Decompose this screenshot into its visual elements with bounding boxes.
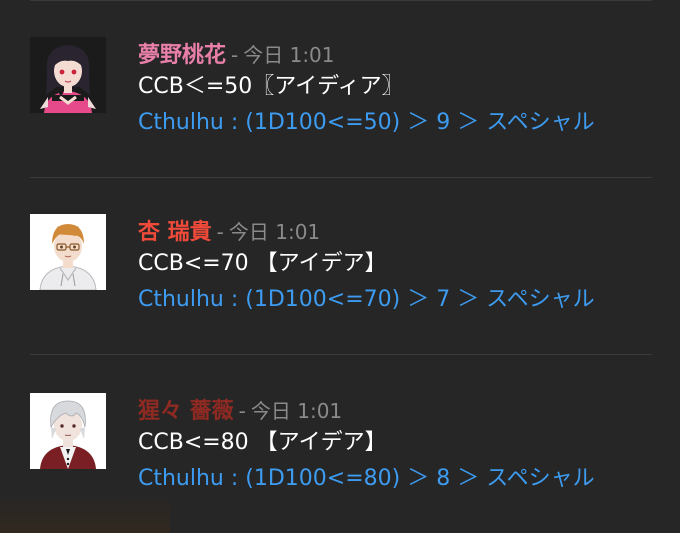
timestamp: 今日 1:01	[228, 220, 321, 244]
dice-command: CCB＜=50〖アイディア〗	[138, 74, 404, 99]
chat-message: 杏 瑞貴 - 今日 1:01 CCB<=70 【アイデア】 Cthulhu : …	[30, 214, 660, 364]
timestamp: 今日 1:01	[243, 43, 335, 67]
message-header: 杏 瑞貴 - 今日 1:01	[138, 214, 660, 245]
author-name[interactable]: 杏 瑞貴	[138, 214, 212, 246]
timestamp: 今日 1:01	[250, 399, 343, 423]
message-body: 夢野桃花 - 今日 1:01 CCB＜=50〖アイディア〗 Cthulhu : …	[138, 37, 660, 141]
dice-result: Cthulhu : (1D100<=70) ＞ 7 ＞ スペシャル	[138, 287, 595, 312]
header-separator: -	[238, 399, 246, 423]
message-body: 猩々 薔薇 - 今日 1:01 CCB<=80 【アイデア】 Cthulhu :…	[138, 393, 660, 497]
message-header: 夢野桃花 - 今日 1:01	[138, 37, 660, 68]
dice-command: CCB<=70 【アイデア】	[138, 251, 387, 276]
divider	[30, 177, 652, 178]
message-body: 杏 瑞貴 - 今日 1:01 CCB<=70 【アイデア】 Cthulhu : …	[138, 214, 660, 318]
chat-message: 夢野桃花 - 今日 1:01 CCB＜=50〖アイディア〗 Cthulhu : …	[30, 37, 660, 187]
avatar-silver-hair-red-vest-icon[interactable]	[30, 393, 106, 469]
dice-result: Cthulhu : (1D100<=50) ＞ 9 ＞ スペシャル	[138, 110, 595, 135]
divider	[30, 354, 652, 355]
avatar-glasses-white-hoodie-icon[interactable]	[30, 214, 106, 290]
dice-command: CCB<=80 【アイデア】	[138, 430, 387, 455]
divider-top	[30, 0, 652, 1]
header-separator: -	[231, 43, 239, 67]
avatar-dark-hair-pink-dress-icon[interactable]	[30, 37, 106, 113]
header-separator: -	[216, 220, 224, 244]
bottom-shade	[0, 493, 170, 533]
message-header: 猩々 薔薇 - 今日 1:01	[138, 393, 660, 424]
author-name[interactable]: 猩々 薔薇	[138, 393, 234, 425]
dice-result: Cthulhu : (1D100<=80) ＞ 8 ＞ スペシャル	[138, 466, 595, 491]
author-name[interactable]: 夢野桃花	[138, 37, 226, 69]
chat-log: 夢野桃花 - 今日 1:01 CCB＜=50〖アイディア〗 Cthulhu : …	[0, 0, 680, 533]
